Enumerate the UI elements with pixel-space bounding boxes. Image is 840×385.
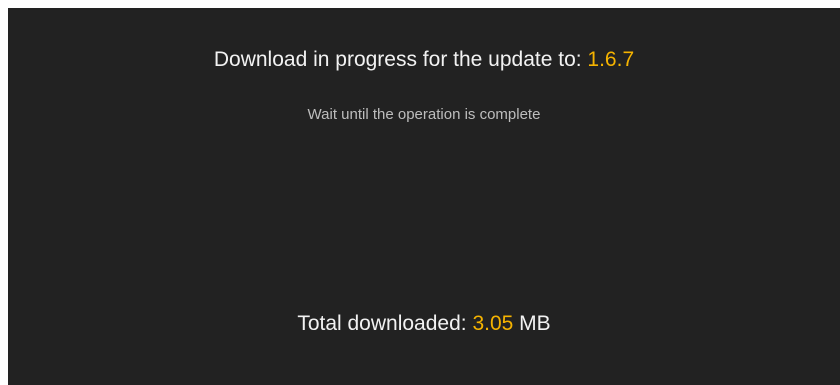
total-downloaded-label: Total downloaded:: [297, 312, 473, 335]
total-downloaded: Total downloaded: 3.05 MB: [8, 311, 840, 337]
update-download-screen: Download in progress for the update to: …: [8, 8, 840, 385]
downloaded-amount: 3.05: [472, 312, 514, 335]
downloaded-unit: MB: [513, 312, 551, 335]
wait-message: Wait until the operation is complete: [307, 106, 541, 123]
update-title-prefix: Download in progress for the update to:: [213, 48, 588, 71]
update-title: Download in progress for the update to: …: [8, 47, 840, 73]
update-version: 1.6.7: [587, 48, 635, 71]
